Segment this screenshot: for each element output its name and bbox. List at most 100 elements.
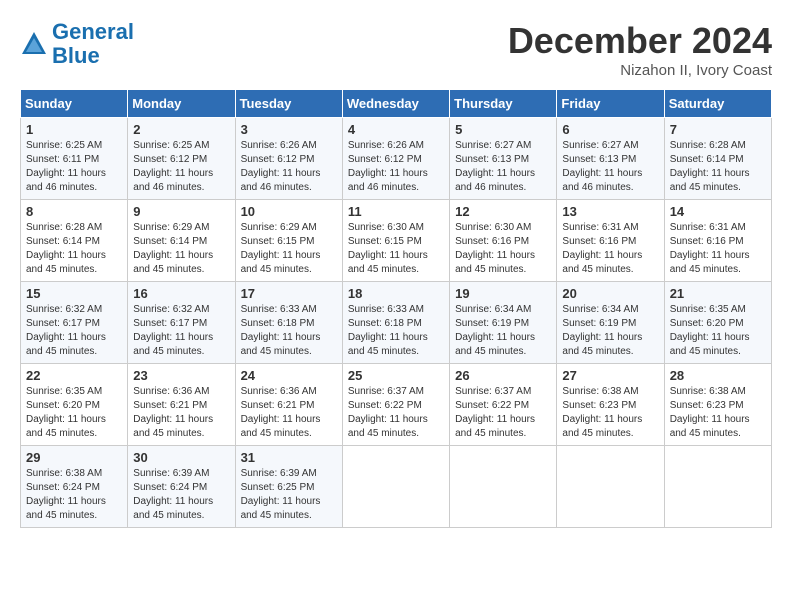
- day-info: Sunrise: 6:28 AM Sunset: 6:14 PM Dayligh…: [26, 221, 122, 277]
- month-title: December 2024: [508, 20, 772, 62]
- day-number: 27: [562, 368, 658, 383]
- calendar-cell: 17Sunrise: 6:33 AM Sunset: 6:18 PM Dayli…: [235, 282, 342, 364]
- calendar-cell: 14 Sunrise: 6:31 AM Sunset: 6:16 PM Dayli…: [664, 200, 771, 282]
- day-number: 2: [133, 122, 229, 137]
- day-number: 22: [26, 368, 122, 383]
- calendar-cell: 12 Sunrise: 6:30 AM Sunset: 6:16 PM Dayli…: [450, 200, 557, 282]
- day-info: Sunrise: 6:31 AM Sunset: 6:16 PM Dayligh…: [670, 221, 766, 277]
- calendar-cell: 27 Sunrise: 6:38 AM Sunset: 6:23 PM Dayli…: [557, 364, 664, 446]
- calendar-cell: [342, 446, 449, 528]
- day-number: 5: [455, 122, 551, 137]
- day-number: 26: [455, 368, 551, 383]
- calendar-cell: 21Sunrise: 6:35 AM Sunset: 6:20 PM Dayli…: [664, 282, 771, 364]
- day-number: 31: [241, 450, 337, 465]
- day-info: Sunrise: 6:26 AM Sunset: 6:12 PM Dayligh…: [241, 139, 337, 195]
- weekday-header-monday: Monday: [128, 90, 235, 118]
- day-number: 28: [670, 368, 766, 383]
- day-info: Sunrise: 6:25 AM Sunset: 6:12 PM Dayligh…: [133, 139, 229, 195]
- weekday-header-thursday: Thursday: [450, 90, 557, 118]
- calendar-cell: 5 Sunrise: 6:27 AM Sunset: 6:13 PM Daylig…: [450, 118, 557, 200]
- day-number: 4: [348, 122, 444, 137]
- day-info: Sunrise: 6:33 AM Sunset: 6:18 PM Dayligh…: [241, 303, 337, 359]
- day-number: 11: [348, 204, 444, 219]
- day-number: 10: [241, 204, 337, 219]
- day-info: Sunrise: 6:31 AM Sunset: 6:16 PM Dayligh…: [562, 221, 658, 277]
- day-info: Sunrise: 6:38 AM Sunset: 6:23 PM Dayligh…: [670, 385, 766, 441]
- day-info: Sunrise: 6:27 AM Sunset: 6:13 PM Dayligh…: [455, 139, 551, 195]
- day-info: Sunrise: 6:34 AM Sunset: 6:19 PM Dayligh…: [455, 303, 551, 359]
- calendar-cell: 29Sunrise: 6:38 AM Sunset: 6:24 PM Dayli…: [21, 446, 128, 528]
- location: Nizahon II, Ivory Coast: [508, 62, 772, 79]
- day-info: Sunrise: 6:35 AM Sunset: 6:20 PM Dayligh…: [26, 385, 122, 441]
- calendar-cell: 24 Sunrise: 6:36 AM Sunset: 6:21 PM Dayli…: [235, 364, 342, 446]
- day-number: 9: [133, 204, 229, 219]
- calendar-cell: 1 Sunrise: 6:25 AM Sunset: 6:11 PM Daylig…: [21, 118, 128, 200]
- calendar-cell: 30 Sunrise: 6:39 AM Sunset: 6:24 PM Dayli…: [128, 446, 235, 528]
- calendar-cell: 7Sunrise: 6:28 AM Sunset: 6:14 PM Daylig…: [664, 118, 771, 200]
- calendar-cell: 11 Sunrise: 6:30 AM Sunset: 6:15 PM Dayli…: [342, 200, 449, 282]
- day-number: 15: [26, 286, 122, 301]
- day-info: Sunrise: 6:25 AM Sunset: 6:11 PM Dayligh…: [26, 139, 122, 195]
- day-number: 12: [455, 204, 551, 219]
- day-info: Sunrise: 6:39 AM Sunset: 6:25 PM Dayligh…: [241, 467, 337, 523]
- calendar-week-row: 8 Sunrise: 6:28 AM Sunset: 6:14 PM Daylig…: [21, 200, 772, 282]
- day-info: Sunrise: 6:37 AM Sunset: 6:22 PM Dayligh…: [455, 385, 551, 441]
- weekday-header-friday: Friday: [557, 90, 664, 118]
- day-number: 8: [26, 204, 122, 219]
- day-number: 23: [133, 368, 229, 383]
- day-number: 6: [562, 122, 658, 137]
- day-info: Sunrise: 6:38 AM Sunset: 6:24 PM Dayligh…: [26, 467, 122, 523]
- day-info: Sunrise: 6:29 AM Sunset: 6:14 PM Dayligh…: [133, 221, 229, 277]
- day-info: Sunrise: 6:27 AM Sunset: 6:13 PM Dayligh…: [562, 139, 658, 195]
- logo-text: GeneralBlue: [52, 20, 134, 68]
- calendar-cell: 18 Sunrise: 6:33 AM Sunset: 6:18 PM Dayli…: [342, 282, 449, 364]
- calendar-cell: 20Sunrise: 6:34 AM Sunset: 6:19 PM Dayli…: [557, 282, 664, 364]
- day-info: Sunrise: 6:26 AM Sunset: 6:12 PM Dayligh…: [348, 139, 444, 195]
- day-info: Sunrise: 6:30 AM Sunset: 6:16 PM Dayligh…: [455, 221, 551, 277]
- calendar-cell: 25Sunrise: 6:37 AM Sunset: 6:22 PM Dayli…: [342, 364, 449, 446]
- day-info: Sunrise: 6:30 AM Sunset: 6:15 PM Dayligh…: [348, 221, 444, 277]
- calendar-cell: [450, 446, 557, 528]
- day-number: 7: [670, 122, 766, 137]
- day-info: Sunrise: 6:39 AM Sunset: 6:24 PM Dayligh…: [133, 467, 229, 523]
- weekday-header-sunday: Sunday: [21, 90, 128, 118]
- calendar-cell: 9 Sunrise: 6:29 AM Sunset: 6:14 PM Daylig…: [128, 200, 235, 282]
- day-number: 1: [26, 122, 122, 137]
- calendar-cell: 28 Sunrise: 6:38 AM Sunset: 6:23 PM Dayli…: [664, 364, 771, 446]
- calendar-cell: 26 Sunrise: 6:37 AM Sunset: 6:22 PM Dayli…: [450, 364, 557, 446]
- day-info: Sunrise: 6:37 AM Sunset: 6:22 PM Dayligh…: [348, 385, 444, 441]
- day-info: Sunrise: 6:32 AM Sunset: 6:17 PM Dayligh…: [26, 303, 122, 359]
- page-header: GeneralBlue December 2024 Nizahon II, Iv…: [20, 20, 772, 79]
- day-number: 18: [348, 286, 444, 301]
- calendar-cell: [557, 446, 664, 528]
- calendar-cell: 15 Sunrise: 6:32 AM Sunset: 6:17 PM Dayli…: [21, 282, 128, 364]
- day-number: 20: [562, 286, 658, 301]
- day-info: Sunrise: 6:29 AM Sunset: 6:15 PM Dayligh…: [241, 221, 337, 277]
- calendar-cell: 16 Sunrise: 6:32 AM Sunset: 6:17 PM Dayli…: [128, 282, 235, 364]
- day-number: 21: [670, 286, 766, 301]
- day-info: Sunrise: 6:32 AM Sunset: 6:17 PM Dayligh…: [133, 303, 229, 359]
- calendar-cell: 3 Sunrise: 6:26 AM Sunset: 6:12 PM Daylig…: [235, 118, 342, 200]
- day-number: 24: [241, 368, 337, 383]
- calendar-cell: 23Sunrise: 6:36 AM Sunset: 6:21 PM Dayli…: [128, 364, 235, 446]
- weekday-header-wednesday: Wednesday: [342, 90, 449, 118]
- calendar-cell: 22 Sunrise: 6:35 AM Sunset: 6:20 PM Dayli…: [21, 364, 128, 446]
- day-number: 30: [133, 450, 229, 465]
- day-number: 19: [455, 286, 551, 301]
- day-info: Sunrise: 6:36 AM Sunset: 6:21 PM Dayligh…: [241, 385, 337, 441]
- day-info: Sunrise: 6:33 AM Sunset: 6:18 PM Dayligh…: [348, 303, 444, 359]
- day-number: 13: [562, 204, 658, 219]
- calendar-cell: 6 Sunrise: 6:27 AM Sunset: 6:13 PM Daylig…: [557, 118, 664, 200]
- calendar-week-row: 22 Sunrise: 6:35 AM Sunset: 6:20 PM Dayli…: [21, 364, 772, 446]
- day-number: 16: [133, 286, 229, 301]
- calendar-week-row: 1 Sunrise: 6:25 AM Sunset: 6:11 PM Daylig…: [21, 118, 772, 200]
- calendar-cell: 31 Sunrise: 6:39 AM Sunset: 6:25 PM Dayli…: [235, 446, 342, 528]
- day-number: 3: [241, 122, 337, 137]
- calendar-cell: 4 Sunrise: 6:26 AM Sunset: 6:12 PM Daylig…: [342, 118, 449, 200]
- title-block: December 2024 Nizahon II, Ivory Coast: [508, 20, 772, 79]
- day-number: 14: [670, 204, 766, 219]
- calendar-cell: 2 Sunrise: 6:25 AM Sunset: 6:12 PM Daylig…: [128, 118, 235, 200]
- day-info: Sunrise: 6:38 AM Sunset: 6:23 PM Dayligh…: [562, 385, 658, 441]
- calendar-cell: [664, 446, 771, 528]
- calendar-cell: 19 Sunrise: 6:34 AM Sunset: 6:19 PM Dayli…: [450, 282, 557, 364]
